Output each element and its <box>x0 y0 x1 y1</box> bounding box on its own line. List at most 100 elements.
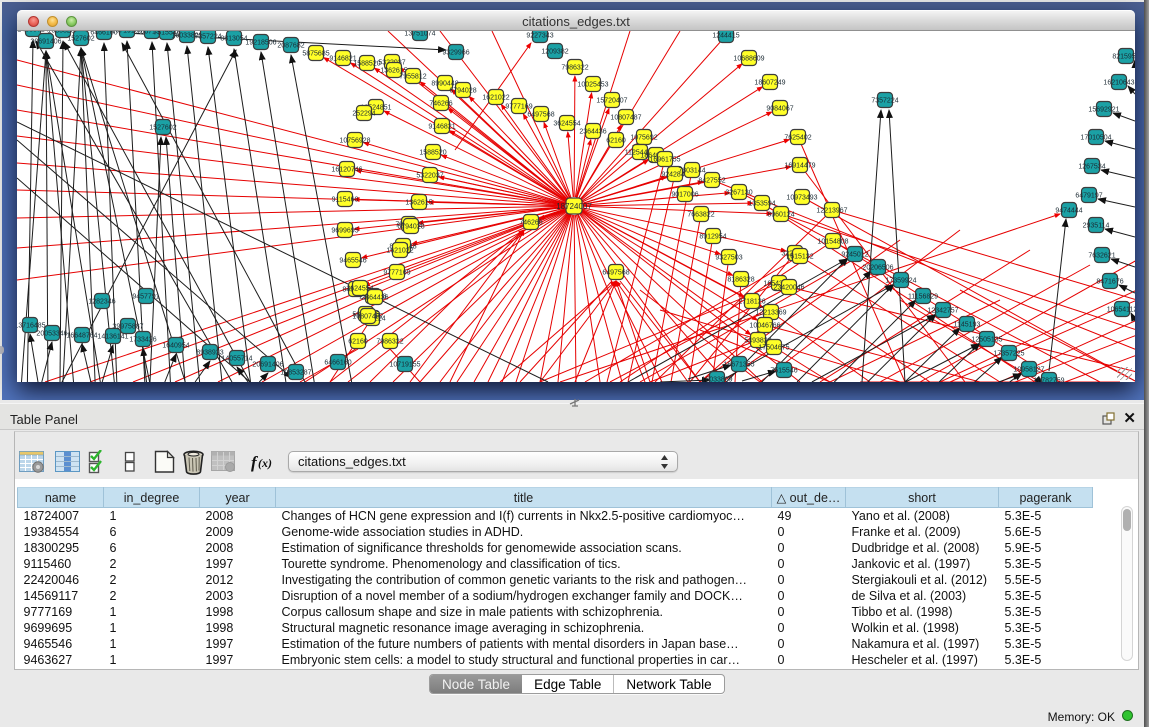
svg-text:16120746: 16120746 <box>331 167 362 174</box>
svg-text:8427552: 8427552 <box>698 178 725 185</box>
svg-text:9777169: 9777169 <box>505 104 532 111</box>
svg-text:7986322: 7986322 <box>561 65 588 72</box>
svg-text:7625402: 7625402 <box>784 135 811 142</box>
svg-text:746266: 746266 <box>519 220 542 227</box>
svg-text:17357225: 17357225 <box>993 351 1024 358</box>
svg-text:3624554: 3624554 <box>553 121 580 128</box>
svg-text:9084067: 9084067 <box>766 106 793 113</box>
svg-text:16914479: 16914479 <box>784 163 815 170</box>
svg-text:10807487: 10807487 <box>610 115 641 122</box>
svg-text:23420046: 23420046 <box>773 285 804 292</box>
svg-text:6466160: 6466160 <box>324 360 351 367</box>
svg-text:2718126: 2718126 <box>738 299 765 306</box>
svg-text:20691406: 20691406 <box>252 362 283 369</box>
svg-text:12505135: 12505135 <box>971 337 1002 344</box>
svg-text:10958127: 10958127 <box>1013 367 1044 374</box>
svg-text:18607249: 18607249 <box>754 80 785 87</box>
svg-text:7357224: 7357224 <box>871 98 898 105</box>
svg-text:6794028: 6794028 <box>449 88 476 95</box>
svg-text:10973493: 10973493 <box>786 195 817 202</box>
svg-text:2364436: 2364436 <box>579 129 606 136</box>
svg-text:1588520: 1588520 <box>419 150 446 157</box>
svg-text:18724007: 18724007 <box>556 202 592 211</box>
svg-text:10154808: 10154808 <box>817 239 848 246</box>
svg-text:11156829: 11156829 <box>908 294 938 301</box>
svg-text:1527602: 1527602 <box>67 36 94 43</box>
svg-text:14055714: 14055714 <box>221 356 252 363</box>
svg-text:7632621: 7632621 <box>1088 253 1115 260</box>
svg-text:(x): (x) <box>258 456 272 470</box>
svg-text:1267534: 1267534 <box>1078 164 1105 171</box>
svg-text:8990448: 8990448 <box>431 81 458 88</box>
svg-text:16961755: 16961755 <box>649 157 680 164</box>
svg-text:9329966: 9329966 <box>442 50 469 57</box>
svg-text:16648764: 16648764 <box>66 333 97 340</box>
svg-text:10688609: 10688609 <box>733 56 764 63</box>
svg-text:12213967: 12213967 <box>816 208 847 215</box>
svg-text:9457791: 9457791 <box>132 294 159 301</box>
svg-text:7803144: 7803144 <box>678 168 705 175</box>
svg-text:1145193: 1145193 <box>954 322 981 329</box>
svg-text:10807487: 10807487 <box>352 314 383 321</box>
svg-text:9699695: 9699695 <box>331 228 358 235</box>
svg-text:10853287: 10853287 <box>280 370 311 377</box>
svg-text:17359924: 17359924 <box>885 278 916 285</box>
svg-text:9245012: 9245012 <box>841 252 868 259</box>
svg-text:16033809: 16033809 <box>701 377 732 383</box>
svg-text:6479197: 6479197 <box>1075 193 1102 200</box>
svg-text:8215955: 8215955 <box>1112 54 1135 61</box>
svg-text:8938923: 8938923 <box>196 350 223 357</box>
svg-text:1527602: 1527602 <box>149 125 176 132</box>
svg-text:1615132: 1615132 <box>786 254 813 261</box>
svg-text:15720407: 15720407 <box>596 98 627 105</box>
svg-text:17010504: 17010504 <box>1080 135 1111 142</box>
svg-text:9474444: 9474444 <box>1055 208 1082 215</box>
svg-text:1075692: 1075692 <box>630 135 657 142</box>
svg-text:9017006: 9017006 <box>671 192 698 199</box>
svg-text:9777169: 9777169 <box>383 270 410 277</box>
svg-text:7515546: 7515546 <box>770 368 797 375</box>
svg-text:1282346: 1282346 <box>88 299 115 306</box>
svg-text:10756928: 10756928 <box>339 138 370 145</box>
svg-text:252294: 252294 <box>352 111 375 118</box>
svg-text:1244415: 1244415 <box>712 33 739 40</box>
svg-text:62160: 62160 <box>606 138 626 145</box>
svg-text:1209382: 1209382 <box>541 49 568 56</box>
svg-text:39975887: 39975887 <box>112 324 143 331</box>
svg-text:1733426: 1733426 <box>129 337 156 344</box>
svg-text:6497568: 6497568 <box>602 270 629 277</box>
svg-text:7663822: 7663822 <box>687 212 714 219</box>
svg-text:6794028: 6794028 <box>397 224 424 231</box>
svg-text:7986322: 7986322 <box>376 339 403 346</box>
svg-text:10782759: 10782759 <box>1033 378 1064 383</box>
svg-text:8912954: 8912954 <box>699 234 726 241</box>
svg-text:9227343: 9227343 <box>526 33 553 40</box>
svg-text:10654112: 10654112 <box>1107 307 1135 314</box>
svg-text:16210643: 16210643 <box>1103 80 1134 87</box>
svg-text:20691406: 20691406 <box>30 39 61 46</box>
svg-text:62160: 62160 <box>348 339 368 346</box>
svg-text:7955812: 7955812 <box>399 74 426 81</box>
svg-text:8186328: 8186328 <box>727 277 754 284</box>
svg-text:17504675: 17504675 <box>758 345 789 352</box>
svg-text:13751074: 13751074 <box>404 31 435 38</box>
svg-text:3267130: 3267130 <box>725 190 752 197</box>
svg-text:14136141: 14136141 <box>97 334 128 341</box>
svg-text:9146821: 9146821 <box>428 124 455 131</box>
svg-text:5322037: 5322037 <box>416 173 443 180</box>
svg-text:20053346: 20053346 <box>36 331 67 338</box>
svg-text:1640954: 1640954 <box>162 343 189 350</box>
svg-text:15692921: 15692921 <box>1088 107 1119 114</box>
svg-text:12342757: 12342757 <box>927 308 958 315</box>
svg-text:9465546: 9465546 <box>339 258 366 265</box>
svg-text:8960124: 8960124 <box>767 212 794 219</box>
svg-text:20206506: 20206506 <box>862 265 893 272</box>
svg-text:2935114: 2935114 <box>1083 223 1110 230</box>
svg-text:9327503: 9327503 <box>715 255 742 262</box>
svg-text:1353594: 1353594 <box>748 201 775 208</box>
svg-text:2087682: 2087682 <box>277 43 304 50</box>
svg-text:746266: 746266 <box>429 101 452 108</box>
svg-text:10046766: 10046766 <box>749 323 780 330</box>
svg-text:19218506: 19218506 <box>245 40 276 47</box>
svg-text:9115460: 9115460 <box>332 197 359 204</box>
